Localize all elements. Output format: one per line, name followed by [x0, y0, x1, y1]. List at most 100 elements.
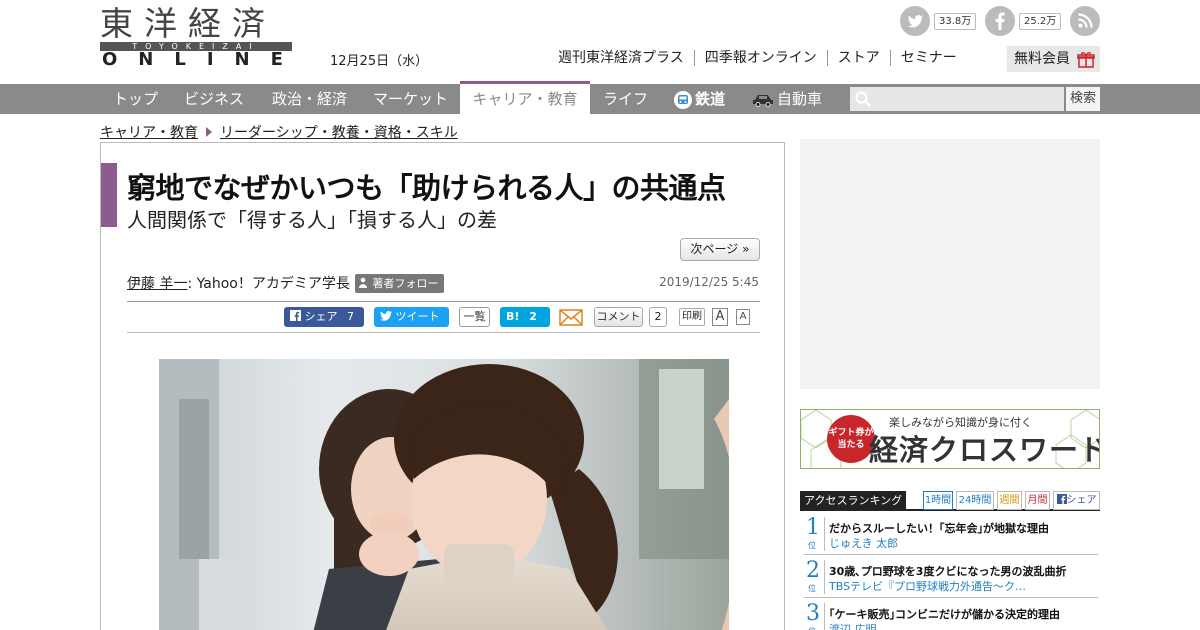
author-line: 伊藤 羊一 : Yahoo！アカデミア学長 著者フォロー [127, 273, 445, 293]
twitter-count: 33.8万 [934, 13, 977, 30]
advertisement-slot[interactable] [800, 139, 1100, 389]
font-size-small-button[interactable]: A [736, 309, 750, 325]
article-photo-image [159, 359, 729, 630]
nav-item-politics-economy[interactable]: 政治・経済 [272, 84, 347, 114]
logo-online: ONLINE [102, 49, 304, 70]
rss-icon [1070, 6, 1100, 36]
breadcrumb-career-education[interactable]: キャリア・教育 [100, 122, 198, 142]
nav-item-railway-label: 鉄道 [695, 90, 726, 108]
rank-title[interactable]: 30歳､プロ野球を3度クビになった男の波乱曲折 [829, 563, 1097, 579]
ranking-tabs: アクセスランキング 1時間 24時間 週間 月間 シェア [800, 491, 1100, 511]
logo-kanji: 東洋経済 [100, 4, 276, 43]
tweet-label: ツイート [395, 310, 440, 323]
facebook-share-count: 7 [347, 310, 354, 323]
breadcrumb: キャリア・教育 リーダーシップ・教養・資格・スキル [100, 122, 458, 142]
ranking-heading: アクセスランキング [800, 491, 907, 511]
comment-count: 2 [649, 307, 667, 327]
ranking-item[interactable]: 1 位 だからスルーしたい！｢忘年会｣が地獄な理由 じゅえき 太郎 [800, 513, 1100, 555]
ranking-tab-1hour[interactable]: 1時間 [923, 491, 953, 510]
facebook-share-button[interactable]: シェア 7 [284, 307, 364, 327]
facebook-icon [985, 6, 1015, 36]
article-title: 窮地でなぜかいつも「助けられる人」の共通点 [127, 171, 726, 205]
comment-button[interactable]: コメント [594, 307, 643, 327]
facebook-share-label: シェア [304, 310, 338, 323]
rank-author[interactable]: 渡辺 広明 [829, 621, 1097, 630]
rank-divider [824, 560, 825, 594]
article-box: 窮地でなぜかいつも「助けられる人」の共通点 人間関係で「得する人」「損する人」の… [100, 142, 785, 630]
header-link-shikiho[interactable]: 四季報オンライン [693, 50, 827, 66]
search-icon [855, 91, 871, 107]
divider [127, 301, 760, 302]
ranking-tab-share[interactable]: シェア [1053, 491, 1100, 510]
header-links: 週刊東洋経済プラス 四季報オンライン ストア セミナー [548, 49, 967, 67]
site-header: 東洋経済 TOYOKEIZAI ONLINE 12月25日（水） 週刊東洋経済プ… [0, 0, 1200, 84]
ranking-tab-monthly[interactable]: 月間 [1025, 491, 1050, 510]
hatena-count: 2 [529, 310, 537, 323]
tweet-button[interactable]: ツイート [374, 307, 449, 327]
rank-divider [824, 517, 825, 551]
banner-title: 経済クロスワード [869, 433, 1100, 467]
person-plus-icon [358, 277, 367, 288]
divider [127, 332, 760, 333]
divider [804, 597, 1098, 598]
next-page-button[interactable]: 次ページ » [680, 238, 760, 261]
nav-item-market[interactable]: マーケット [373, 84, 448, 114]
author-affiliation: : Yahoo！アカデミア学長 [187, 276, 350, 292]
nav-item-railway[interactable]: 鉄道 [674, 84, 725, 114]
rank-author[interactable]: TBSテレビ『プロ野球戦力外通告～ク… [829, 578, 1097, 594]
header-link-store[interactable]: ストア [826, 50, 890, 66]
twitter-bird-icon [380, 311, 392, 321]
tweet-list-link[interactable]: 一覧 [459, 307, 490, 327]
follow-author-label: 著者フォロー [372, 276, 439, 290]
main-nav: トップ ビジネス 政治・経済 マーケット キャリア・教育 ライフ 鉄道 自動車 … [0, 81, 1200, 114]
train-icon [674, 90, 692, 109]
gift-icon [1077, 52, 1095, 68]
site-logo[interactable]: 東洋経済 TOYOKEIZAI ONLINE [100, 6, 292, 70]
breadcrumb-arrow-icon [206, 127, 212, 137]
print-button[interactable]: 印刷 [679, 308, 705, 326]
article-subtitle: 人間関係で「得する人」「損する人」の差 [127, 208, 497, 232]
mail-icon[interactable] [559, 309, 583, 326]
free-member-label: 無料会員 [1014, 51, 1070, 67]
rank-author[interactable]: じゅえき 太郎 [829, 535, 1097, 551]
crossword-banner[interactable]: ギフト券が当たる 楽しみながら知識が身に付く 経済クロスワード [800, 409, 1100, 469]
search-input[interactable] [850, 87, 1064, 111]
twitter-icon [900, 6, 930, 36]
rank-number: 2 [806, 558, 820, 583]
font-size-large-button[interactable]: A [712, 308, 728, 326]
header-link-weekly-plus[interactable]: 週刊東洋経済プラス [548, 50, 694, 66]
nav-item-automobile-label: 自動車 [777, 90, 823, 108]
gift-badge: ギフト券が当たる [827, 415, 875, 463]
header-link-seminar[interactable]: セミナー [889, 50, 967, 66]
header-date: 12月25日（水） [330, 54, 429, 69]
follow-author-button[interactable]: 著者フォロー [354, 273, 445, 293]
nav-item-top[interactable]: トップ [113, 84, 158, 114]
free-member-button[interactable]: 無料会員 [1007, 46, 1100, 72]
rank-suffix: 位 [808, 541, 816, 550]
ranking-tab-share-label: シェア [1066, 495, 1097, 506]
title-accent-bar [101, 163, 117, 227]
rank-number: 1 [806, 515, 820, 540]
share-bar: シェア 7 ツイート 一覧 B! 2 コメント 2 印刷 A A [101, 307, 786, 329]
hatena-bookmark-button[interactable]: B! 2 [500, 307, 550, 327]
nav-item-life[interactable]: ライフ [603, 84, 648, 114]
ranking-tab-weekly[interactable]: 週間 [997, 491, 1022, 510]
ranking-item[interactable]: 3 位 ｢ケーキ販売｣コンビニだけが儲かる決定的理由 渡辺 広明 [800, 599, 1100, 630]
search-button[interactable]: 検索 [1066, 87, 1100, 111]
rank-suffix: 位 [808, 626, 816, 630]
author-link[interactable]: 伊藤 羊一 [127, 273, 187, 293]
rank-number: 3 [806, 601, 820, 626]
nav-item-career-education[interactable]: キャリア・教育 [460, 81, 590, 114]
nav-item-automobile[interactable]: 自動車 [752, 84, 822, 114]
facebook-count: 25.2万 [1019, 13, 1062, 30]
rank-title[interactable]: だからスルーしたい！｢忘年会｣が地獄な理由 [829, 520, 1097, 536]
divider [804, 554, 1098, 555]
ranking-tab-24hours[interactable]: 24時間 [956, 491, 994, 510]
car-icon [753, 94, 773, 107]
breadcrumb-leadership[interactable]: リーダーシップ・教養・資格・スキル [220, 122, 458, 142]
rank-divider [824, 603, 825, 630]
nav-item-business[interactable]: ビジネス [184, 84, 244, 114]
rank-title[interactable]: ｢ケーキ販売｣コンビニだけが儲かる決定的理由 [829, 606, 1097, 622]
ranking-item[interactable]: 2 位 30歳､プロ野球を3度クビになった男の波乱曲折 TBSテレビ『プロ野球戦… [800, 556, 1100, 598]
hatena-label: B! [506, 310, 520, 323]
